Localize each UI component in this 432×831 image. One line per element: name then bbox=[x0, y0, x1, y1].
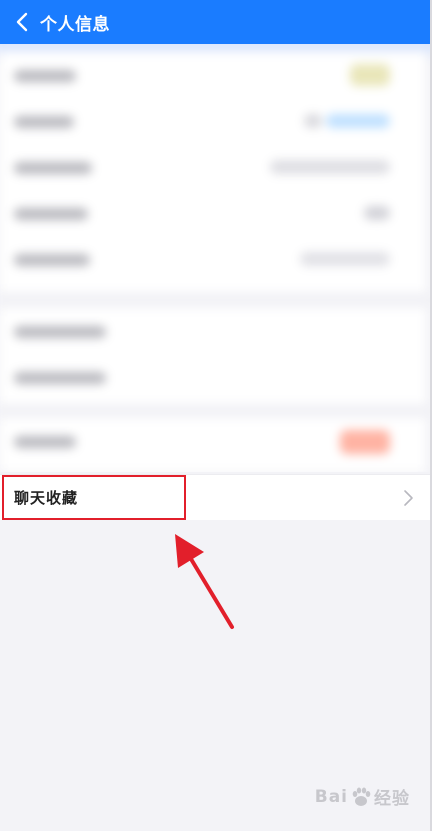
paw-icon bbox=[352, 787, 371, 806]
watermark-text-right: 经验 bbox=[374, 789, 410, 809]
baidu-watermark: Bai 经验 bbox=[314, 784, 410, 810]
blurred-content bbox=[0, 44, 432, 472]
back-button[interactable] bbox=[4, 0, 40, 44]
app-header: 个人信息 bbox=[0, 0, 432, 44]
chevron-right-icon bbox=[404, 490, 413, 506]
highlight-box bbox=[2, 475, 186, 520]
page-title: 个人信息 bbox=[40, 14, 110, 35]
chevron-left-icon bbox=[16, 12, 28, 32]
watermark-text-left: Bai bbox=[314, 786, 348, 807]
red-arrow-icon bbox=[175, 534, 234, 629]
